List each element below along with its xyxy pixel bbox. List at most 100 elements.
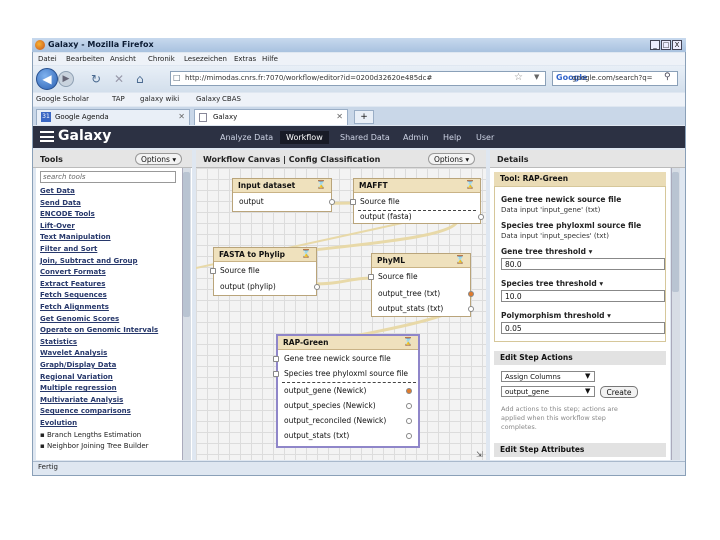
close-button[interactable]: X bbox=[672, 40, 682, 50]
tool-section-link[interactable]: Get Data bbox=[40, 187, 75, 195]
bookmark-tap[interactable]: TAP bbox=[112, 95, 125, 103]
nav-shared-data[interactable]: Shared Data bbox=[340, 133, 390, 142]
node-input-dataset[interactable]: Input dataset ⌛ output bbox=[232, 178, 335, 212]
back-button[interactable]: ◀ bbox=[36, 68, 58, 90]
nav-help[interactable]: Help bbox=[443, 133, 461, 142]
menu-bearbeiten[interactable]: Bearbeiten bbox=[66, 55, 104, 63]
select-arrow-icon[interactable]: ▼ bbox=[585, 372, 590, 380]
param-label[interactable]: Gene tree threshold ▾ bbox=[501, 247, 592, 256]
tool-section-link[interactable]: Text Manipulation bbox=[40, 233, 111, 241]
tool-section-link[interactable]: Multivariate Analysis bbox=[40, 396, 123, 404]
close-node-icon[interactable]: ⌛ bbox=[316, 180, 326, 189]
tool-section-link[interactable]: Statistics bbox=[40, 338, 77, 346]
output-port-icon[interactable] bbox=[468, 291, 474, 297]
tool-section-link[interactable]: Operate on Genomic Intervals bbox=[40, 326, 158, 334]
close-tab-icon[interactable]: ✕ bbox=[336, 110, 343, 124]
page-icon bbox=[199, 113, 207, 122]
tool-section-link[interactable]: ENCODE Tools bbox=[40, 210, 95, 218]
node-phyml[interactable]: PhyML ⌛ Source file output_tree (txt) ou… bbox=[368, 253, 474, 317]
tool-section-link[interactable]: Multiple regression bbox=[40, 384, 117, 392]
tool-section-link[interactable]: Fetch Alignments bbox=[40, 303, 109, 311]
maximize-button[interactable]: □ bbox=[661, 40, 671, 50]
menu-extras[interactable]: Extras bbox=[234, 55, 256, 63]
resize-grip-icon[interactable]: ⇲ bbox=[476, 450, 483, 459]
galaxy-menu-icon[interactable] bbox=[40, 131, 54, 142]
tool-section-link[interactable]: Graph/Display Data bbox=[40, 361, 116, 369]
canvas-options-button[interactable]: Options ▾ bbox=[428, 153, 476, 165]
forward-button[interactable]: ▶ bbox=[58, 71, 74, 87]
home-icon[interactable]: ⌂ bbox=[136, 72, 144, 86]
output-port-icon[interactable] bbox=[406, 388, 412, 394]
tool-section-link[interactable]: Extract Features bbox=[40, 280, 105, 288]
close-tab-icon[interactable]: ✕ bbox=[178, 110, 185, 124]
reload-icon[interactable]: ↻ bbox=[91, 72, 101, 86]
menu-hilfe[interactable]: Hilfe bbox=[262, 55, 278, 63]
node-output: output_gene (Newick) bbox=[284, 386, 367, 395]
output-port-icon[interactable] bbox=[468, 306, 474, 312]
bookmark-google-scholar[interactable]: Google Scholar bbox=[36, 95, 89, 103]
tool-section-link[interactable]: Get Genomic Scores bbox=[40, 315, 119, 323]
output-select[interactable]: output_gene bbox=[501, 386, 595, 397]
nav-user[interactable]: User bbox=[476, 133, 494, 142]
output-port-icon[interactable] bbox=[406, 403, 412, 409]
node-fasta-to-phylip[interactable]: FASTA to Phylip ⌛ Source file output (ph… bbox=[210, 247, 320, 296]
output-port-icon[interactable] bbox=[329, 199, 335, 205]
nav-admin[interactable]: Admin bbox=[403, 133, 429, 142]
star-icon[interactable]: ☆ bbox=[514, 72, 523, 83]
tool-header: Tool: RAP-Green bbox=[494, 172, 666, 186]
search-magnifier-icon[interactable]: ⚲ bbox=[664, 72, 671, 82]
tools-scrollbar-thumb[interactable] bbox=[183, 172, 190, 317]
bookmark-galaxy-wiki[interactable]: galaxy wiki bbox=[140, 95, 179, 103]
menu-ansicht[interactable]: Ansicht bbox=[110, 55, 136, 63]
tool-section-link[interactable]: Sequence comparisons bbox=[40, 407, 131, 415]
new-tab-button[interactable]: + bbox=[354, 110, 374, 124]
bookmark-cbas[interactable]: CBAS bbox=[222, 95, 241, 103]
output-port-icon[interactable] bbox=[478, 214, 484, 220]
details-scrollbar-thumb[interactable] bbox=[672, 172, 679, 292]
tool-section-link[interactable]: Send Data bbox=[40, 199, 81, 207]
close-node-icon[interactable]: ⌛ bbox=[465, 180, 475, 189]
gene-threshold-input[interactable]: 80.0 bbox=[501, 258, 665, 270]
select-arrow-icon[interactable]: ▼ bbox=[585, 387, 590, 395]
galaxy-brand[interactable]: Galaxy bbox=[58, 128, 111, 144]
tool-section-link[interactable]: Wavelet Analysis bbox=[40, 349, 107, 357]
tool-section-link[interactable]: Regional Variation bbox=[40, 373, 113, 381]
output-port-icon[interactable] bbox=[406, 418, 412, 424]
nav-analyze-data[interactable]: Analyze Data bbox=[220, 133, 273, 142]
url-text: http://mimodas.cnrs.fr:7070/workflow/edi… bbox=[185, 74, 433, 82]
tools-options-button[interactable]: Options ▾ bbox=[135, 153, 183, 165]
tool-section-link[interactable]: Join, Subtract and Group bbox=[40, 257, 138, 265]
close-node-icon[interactable]: ⌛ bbox=[455, 255, 465, 264]
node-mafft[interactable]: MAFFT ⌛ Source file output (fasta) bbox=[350, 178, 484, 224]
polymorphism-threshold-input[interactable]: 0.05 bbox=[501, 322, 665, 334]
param-label[interactable]: Species tree threshold ▾ bbox=[501, 279, 603, 288]
dropdown-arrow-icon[interactable]: ▼ bbox=[534, 73, 539, 81]
action-select[interactable]: Assign Columns bbox=[501, 371, 595, 382]
tab-galaxy[interactable]: Galaxy ✕ bbox=[194, 109, 348, 125]
tab-google-agenda[interactable]: 31 Google Agenda ✕ bbox=[36, 109, 190, 125]
tool-section-link[interactable]: Lift-Over bbox=[40, 222, 75, 230]
tool-section-link[interactable]: Filter and Sort bbox=[40, 245, 97, 253]
stop-icon[interactable]: ✕ bbox=[114, 72, 124, 86]
create-button[interactable]: Create bbox=[600, 386, 638, 398]
nav-workflow[interactable]: Workflow bbox=[280, 131, 329, 144]
menu-lesezeichen[interactable]: Lesezeichen bbox=[184, 55, 227, 63]
param-label[interactable]: Polymorphism threshold ▾ bbox=[501, 311, 611, 320]
close-node-icon[interactable]: ⌛ bbox=[301, 249, 311, 258]
tool-section-evolution[interactable]: Evolution bbox=[40, 419, 77, 427]
tool-item[interactable]: ▪ Branch Lengths Estimation bbox=[40, 431, 141, 439]
tool-item[interactable]: ▪ Neighbor Joining Tree Builder bbox=[40, 442, 149, 450]
output-port-icon[interactable] bbox=[314, 284, 320, 290]
tool-section-link[interactable]: Convert Formats bbox=[40, 268, 106, 276]
tool-section-link[interactable]: Fetch Sequences bbox=[40, 291, 107, 299]
species-threshold-input[interactable]: 10.0 bbox=[501, 290, 665, 302]
canvas-title: Workflow Canvas | Config Classification bbox=[203, 155, 381, 164]
minimize-button[interactable]: _ bbox=[650, 40, 660, 50]
tools-search-input[interactable]: search tools bbox=[40, 171, 176, 183]
node-rap-green[interactable]: RAP-Green ⌛ Gene tree newick source file… bbox=[273, 334, 420, 448]
output-port-icon[interactable] bbox=[406, 433, 412, 439]
menu-datei[interactable]: Datei bbox=[38, 55, 57, 63]
close-node-icon[interactable]: ⌛ bbox=[403, 337, 413, 346]
bookmark-galaxy[interactable]: Galaxy bbox=[196, 95, 220, 103]
menu-chronik[interactable]: Chronik bbox=[148, 55, 175, 63]
